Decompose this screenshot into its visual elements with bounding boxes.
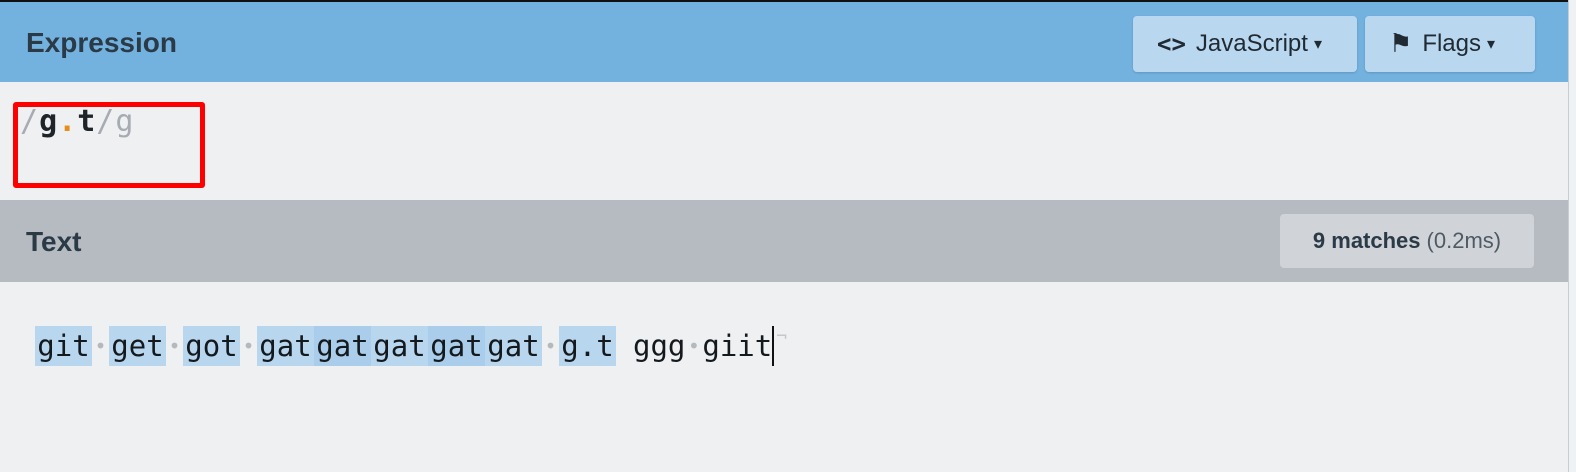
match-count: 9 matches [1312,228,1421,253]
space-marker: • [544,334,557,358]
match-token: gat [314,326,371,366]
space-marker: • [94,334,107,358]
match-token: gat [257,326,314,366]
space-marker: • [687,334,700,358]
flags-label: Flags [1422,30,1481,57]
match-token: get [109,326,166,366]
text-token: giit [702,329,773,363]
text-header: Text 9 matches (0.2ms) [0,200,1568,282]
test-text-editor[interactable]: git • get • got • gat gat gat gat gat • g.t ggg •giit… [0,282,1568,472]
expression-flags: g [115,104,135,139]
language-label: JavaScript [1195,30,1308,57]
chevron-down-icon: ▾ [1313,36,1322,53]
space-marker [616,326,633,366]
pattern-char-t: t [77,104,97,139]
match-token: g.t [559,326,616,366]
match-count-badge[interactable]: 9 matches (0.2ms) [1280,214,1534,268]
expression-header: Expression <> JavaScript ▾ ⚑ Flags ▾ [0,0,1568,82]
language-button[interactable]: <> JavaScript ▾ [1133,16,1357,72]
chevron-down-icon: ▾ [1487,36,1496,53]
match-token: gat [371,326,428,366]
text-cursor [772,326,775,366]
space-marker: • [242,334,255,358]
regex-editor: Expression <> JavaScript ▾ ⚑ Flags ▾ /g.… [0,0,1569,472]
open-delimiter: / [20,104,40,139]
text-token: ggg [633,329,686,363]
match-token: gat [485,326,542,366]
pattern-char-g: g [39,104,59,139]
expression-editor[interactable]: /g.t/g [0,82,1568,200]
text-title: Text [26,226,82,257]
pattern-dot: . [58,104,78,139]
match-token: got [183,326,240,366]
match-time: (0.2ms) [1426,228,1502,253]
flags-button[interactable]: ⚑ Flags ▾ [1365,16,1535,72]
expression-title: Expression [26,27,177,58]
end-of-line-marker: ¬ [776,326,788,347]
flag-icon: ⚑ [1389,29,1413,59]
code-icon: <> [1157,30,1186,58]
close-delimiter: / [96,104,116,139]
test-text-line[interactable]: git • get • got • gat gat gat gat gat • g.t ggg •giit… [35,326,787,366]
expression-input[interactable]: /g.t/g [20,104,134,140]
match-token: git [35,326,92,366]
space-marker: • [168,334,181,358]
match-token: gat [428,326,485,366]
